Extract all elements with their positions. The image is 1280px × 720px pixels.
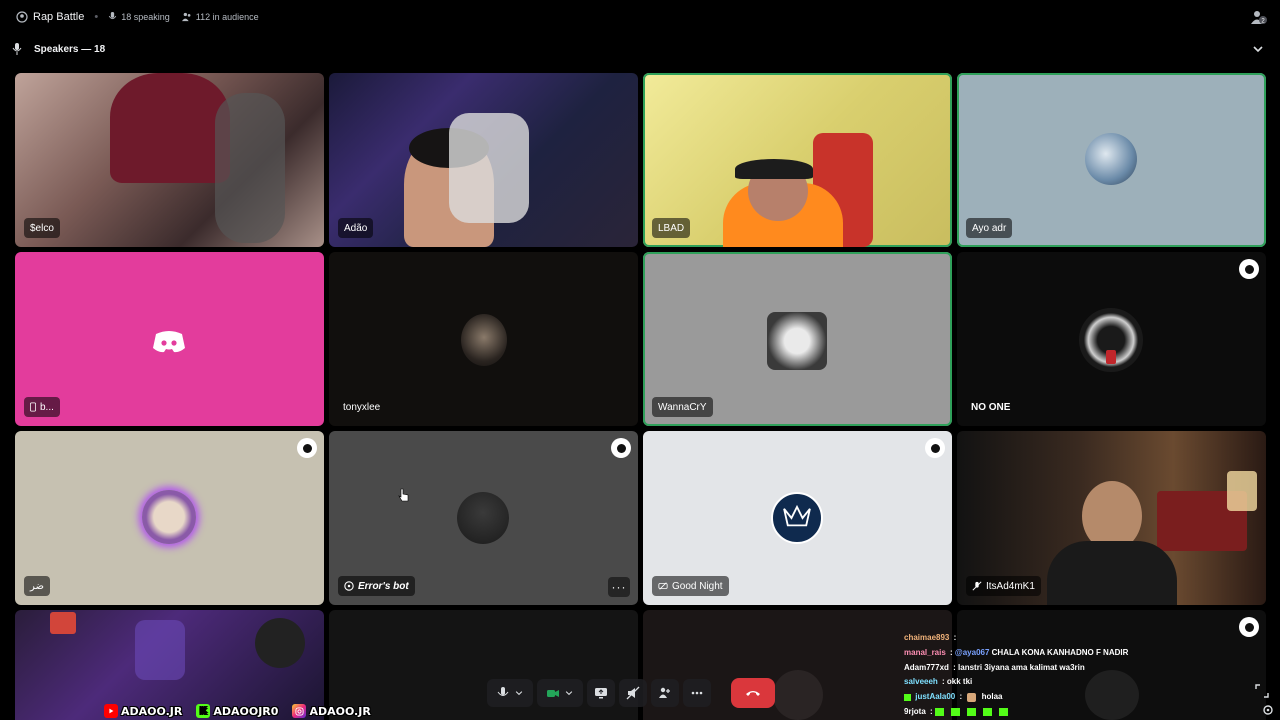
participant-tile[interactable]: LBAD xyxy=(643,73,952,247)
moderator-badge-icon xyxy=(1239,617,1259,637)
settings-icon[interactable] xyxy=(1262,703,1274,715)
participant-name: ضر xyxy=(24,576,51,596)
participant-name: Ayo adr xyxy=(966,218,1013,238)
kick-handle: K ADAOOJR0 xyxy=(196,704,278,718)
chat-message: chaimae893 : xyxy=(904,633,957,642)
kick-badge-icon xyxy=(904,693,911,701)
mobile-icon xyxy=(30,402,36,412)
kick-icon: K xyxy=(196,704,211,718)
chat-overlay: chaimae893 : manal_rais : @aya067 CHALA … xyxy=(904,631,1144,720)
speakers-header[interactable]: Speakers — 18 xyxy=(12,40,1268,58)
avatar xyxy=(142,490,196,544)
participant-tile[interactable]: ضر xyxy=(15,431,324,605)
moderator-badge-icon xyxy=(297,438,317,458)
participant-name: tonyxlee xyxy=(343,401,381,413)
instagram-icon xyxy=(292,704,307,718)
participant-name: Adão xyxy=(338,218,374,238)
participant-tile[interactable]: $elco xyxy=(15,73,324,247)
mic-icon xyxy=(497,687,509,696)
participant-tile[interactable]: NO ONE xyxy=(957,252,1266,426)
participant-name: Error's bot xyxy=(338,576,415,596)
video-feed xyxy=(110,73,230,183)
emote-icon xyxy=(934,707,1015,716)
moderator-badge-icon xyxy=(611,438,631,458)
participant-name: LBAD xyxy=(652,218,691,238)
participant-tile[interactable]: WannaCrY xyxy=(643,252,952,426)
camera-icon xyxy=(547,690,559,697)
sound-off-icon xyxy=(626,686,640,700)
participant-name: b... xyxy=(24,397,60,417)
call-controls xyxy=(487,678,775,708)
mic-icon xyxy=(109,12,117,20)
participant-name: NO ONE xyxy=(971,401,1011,413)
audience-icon xyxy=(181,12,191,22)
avatar xyxy=(461,314,507,366)
instagram-handle: ADAOO.JR xyxy=(292,704,371,718)
participant-tile[interactable]: Error's bot ··· xyxy=(329,431,638,605)
participant-tile[interactable]: b... xyxy=(15,252,324,426)
moderator-badge-icon xyxy=(1239,259,1259,279)
microphone-button[interactable] xyxy=(487,679,533,707)
camera-button[interactable] xyxy=(537,679,583,707)
chat-message: salveeeh : okk tki xyxy=(904,677,973,687)
soundboard-button[interactable] xyxy=(619,679,647,707)
chat-message: Adam777xd : lanstri 3iyana ama kalimat w… xyxy=(904,662,1085,672)
avatar xyxy=(457,492,509,544)
participant-tile[interactable]: Ayo adr xyxy=(957,73,1266,247)
more-options-button[interactable]: ··· xyxy=(608,577,630,597)
chat-message: justAala00 : holaa xyxy=(904,690,1144,705)
stage-icon xyxy=(16,11,28,23)
cursor-icon xyxy=(398,488,410,502)
avatar xyxy=(767,312,827,370)
participant-name: WannaCrY xyxy=(652,397,713,417)
speaking-count: 18 speaking xyxy=(108,12,170,22)
chevron-down-icon xyxy=(565,691,573,696)
youtube-handle: ADAOO.JR xyxy=(104,704,182,718)
fullscreen-icon[interactable] xyxy=(1255,684,1269,698)
moderator-badge-icon xyxy=(925,438,945,458)
screen-share-button[interactable] xyxy=(587,679,615,707)
participant-tile[interactable]: tonyxlee xyxy=(329,252,638,426)
participant-name: Good Night xyxy=(652,576,729,596)
participant-tile[interactable]: ItsAd4mK1 xyxy=(957,431,1266,605)
audience-count: 112 in audience xyxy=(181,12,259,22)
participant-tile[interactable]: Adão xyxy=(329,73,638,247)
speakers-label: Speakers — 18 xyxy=(34,43,106,55)
participant-name: $elco xyxy=(24,218,60,238)
chat-message: 9rjota : xyxy=(904,705,1144,720)
mic-icon xyxy=(12,43,24,55)
more-icon xyxy=(691,691,703,695)
muted-mic-icon xyxy=(972,581,982,591)
screen-share-icon xyxy=(595,688,607,699)
chat-message: manal_rais : @aya067 CHALA KONA KANHADNO… xyxy=(904,647,1129,657)
phone-hangup-icon xyxy=(746,691,760,696)
participant-name: ItsAd4mK1 xyxy=(966,576,1041,596)
youtube-icon xyxy=(104,704,118,718)
disconnect-button[interactable] xyxy=(731,678,775,708)
activities-button[interactable] xyxy=(651,679,679,707)
chevron-down-icon[interactable] xyxy=(1252,43,1264,55)
activity-icon xyxy=(659,687,670,698)
social-handles: ADAOO.JR K ADAOOJR0 ADAOO.JR xyxy=(104,703,371,719)
discord-icon xyxy=(152,330,186,354)
avatar xyxy=(771,492,823,544)
channel-title: Rap Battle xyxy=(33,11,85,23)
top-bar: Rap Battle • 18 speaking 112 in audience… xyxy=(0,0,1280,34)
avatar xyxy=(1085,133,1137,185)
participant-tile[interactable]: Good Night xyxy=(643,431,952,605)
more-button[interactable] xyxy=(683,679,711,707)
emote-icon xyxy=(967,692,977,702)
stream-icon xyxy=(658,582,668,590)
invite-icon[interactable]: 2 xyxy=(1250,9,1268,25)
bot-icon xyxy=(344,581,354,591)
chevron-down-icon xyxy=(515,691,523,696)
